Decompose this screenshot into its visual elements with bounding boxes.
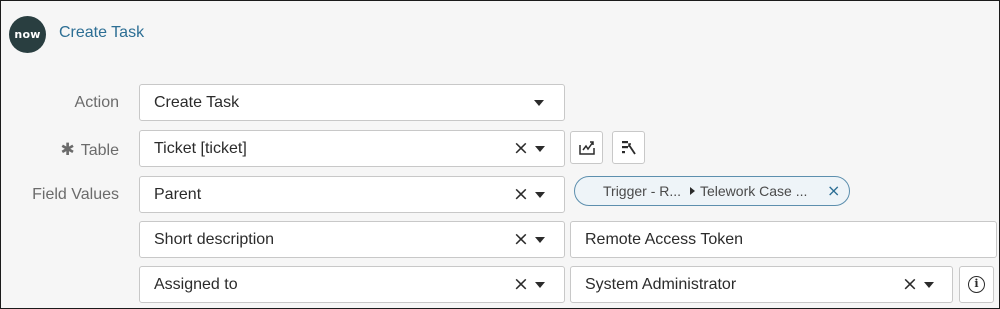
short-description-input[interactable]: Remote Access Token — [570, 221, 997, 258]
table-label-text: Table — [80, 142, 119, 159]
action-label: Action — [74, 94, 119, 111]
required-icon: ✱ — [60, 140, 75, 159]
servicenow-logo: now — [9, 16, 46, 53]
dependency-icon — [621, 140, 636, 154]
assigned-to-reference-value: System Administrator — [585, 276, 737, 293]
data-pill-parent[interactable]: Trigger - R... Telework Case ... × — [574, 176, 850, 206]
create-task-panel: now Create Task Action Create Task ✱ Tabl… — [0, 0, 1000, 309]
chevron-down-icon[interactable] — [535, 237, 545, 243]
action-select-value: Create Task — [154, 94, 240, 111]
field-select-short-description[interactable]: Short description × — [139, 221, 565, 258]
caret-right-icon — [690, 187, 695, 195]
chevron-down-icon — [534, 100, 544, 106]
clear-icon[interactable]: × — [513, 138, 529, 158]
chevron-down-icon[interactable] — [535, 282, 545, 288]
chevron-down-icon[interactable] — [535, 146, 545, 152]
field-select-assigned-to-value: Assigned to — [154, 276, 238, 293]
short-description-input-value: Remote Access Token — [585, 231, 744, 248]
chevron-down-icon[interactable] — [924, 282, 934, 288]
clear-icon[interactable]: × — [513, 184, 529, 204]
dependency-button[interactable] — [612, 131, 645, 164]
info-button[interactable]: i — [959, 266, 994, 303]
assigned-to-reference[interactable]: System Administrator × — [570, 266, 953, 303]
page-title[interactable]: Create Task — [59, 24, 144, 42]
action-select[interactable]: Create Task — [139, 84, 565, 121]
info-icon: i — [968, 276, 985, 293]
clear-icon[interactable]: × — [513, 274, 529, 294]
field-values-label: Field Values — [32, 186, 119, 203]
clear-icon[interactable]: × — [513, 229, 529, 249]
data-pill-segment-case: Telework Case ... — [700, 183, 808, 199]
chevron-down-icon[interactable] — [535, 192, 545, 198]
field-select-short-description-value: Short description — [154, 231, 275, 248]
table-select[interactable]: Ticket [ticket] × — [139, 130, 565, 167]
open-record-button[interactable] — [570, 131, 603, 164]
logo-text: now — [14, 28, 41, 41]
panel-header: now Create Task — [1, 1, 999, 67]
data-pill-segment-trigger: Trigger - R... — [603, 183, 682, 199]
field-select-parent-value: Parent — [154, 186, 202, 203]
open-record-icon — [578, 140, 595, 155]
field-select-assigned-to[interactable]: Assigned to × — [139, 266, 565, 303]
table-label: ✱ Table — [61, 140, 120, 160]
pill-remove-icon[interactable]: × — [827, 181, 840, 200]
field-select-parent[interactable]: Parent × — [139, 176, 565, 213]
table-select-value: Ticket [ticket] — [154, 140, 247, 157]
clear-icon[interactable]: × — [902, 274, 918, 294]
